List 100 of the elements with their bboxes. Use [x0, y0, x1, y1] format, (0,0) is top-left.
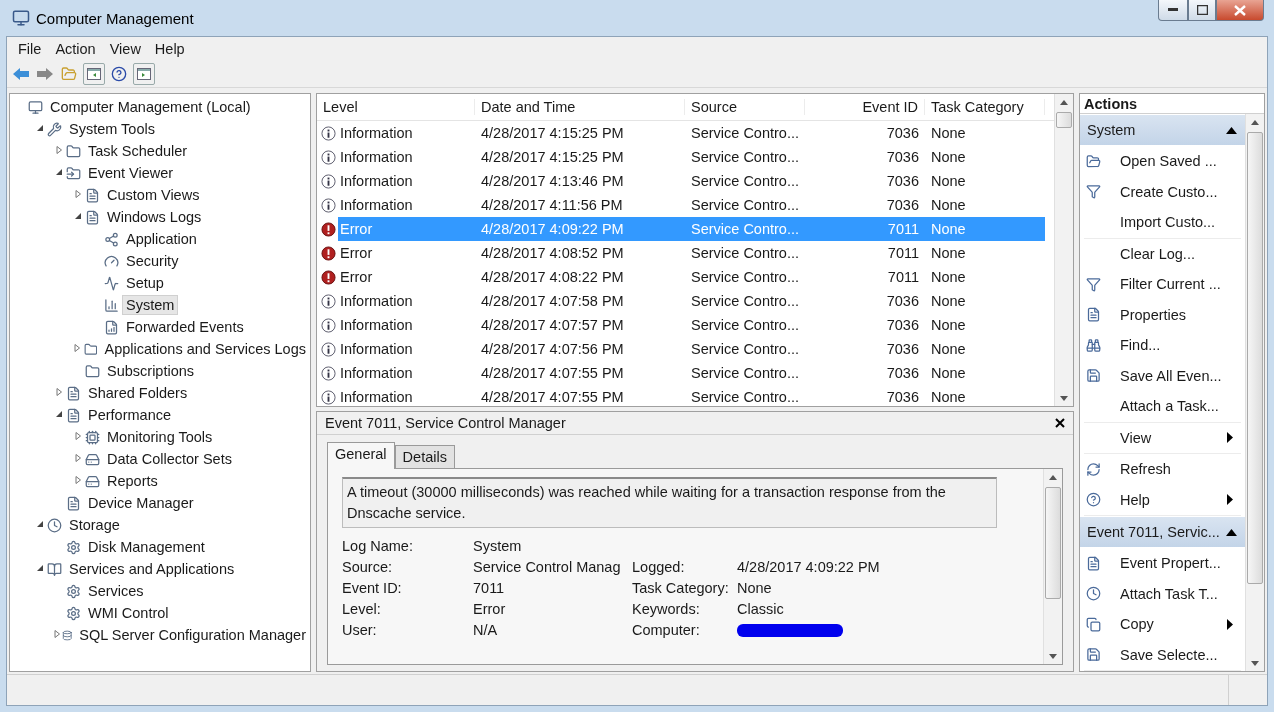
menu-item[interactable]: Action [48, 41, 103, 57]
section-header[interactable]: System [1080, 115, 1245, 145]
tree-item[interactable]: Services and Applications [65, 559, 239, 579]
field-label: Computer: [632, 621, 701, 640]
tree-item[interactable]: System [122, 295, 179, 315]
command-link[interactable]: Save Selecte... [1084, 639, 1241, 670]
tree-item[interactable]: SQL Server Configuration Manager [75, 625, 310, 645]
scrollbar[interactable] [1245, 114, 1264, 671]
tree-item[interactable]: Subscriptions [103, 361, 199, 381]
tree-item[interactable]: Event Viewer [84, 163, 178, 183]
minimize-button[interactable] [1158, 0, 1188, 21]
close-icon [1234, 4, 1246, 16]
show-hide-tree-button[interactable] [83, 63, 105, 85]
tree-item[interactable]: Monitoring Tools [103, 427, 217, 447]
expanded-arrow-icon[interactable] [36, 124, 44, 134]
tree-item[interactable]: Windows Logs [103, 207, 206, 227]
menu-item[interactable]: View [102, 41, 148, 57]
close-icon[interactable] [1055, 418, 1065, 428]
command-link[interactable]: Find... [1084, 330, 1241, 361]
command-link[interactable]: Open Saved ... [1084, 146, 1241, 177]
tree-node-icon [85, 429, 100, 445]
command-link[interactable]: Attach a Task... [1084, 391, 1241, 422]
expanded-arrow-icon[interactable] [36, 564, 44, 574]
collapse-arrow-icon[interactable] [1226, 528, 1237, 536]
collapsed-arrow-icon[interactable] [55, 146, 63, 156]
collapsed-arrow-icon[interactable] [74, 190, 82, 200]
tree-item[interactable]: Security [122, 251, 183, 271]
menu-item[interactable]: File [11, 41, 49, 57]
tree-item[interactable]: Applications and Services Logs [100, 339, 310, 359]
tab[interactable]: Details [394, 445, 455, 469]
tree-item[interactable]: Task Scheduler [84, 141, 192, 161]
command-link[interactable]: Refresh [1084, 454, 1241, 485]
scroll-down-arrow-icon[interactable] [1060, 395, 1068, 401]
tree-item[interactable]: Custom Views [103, 185, 204, 205]
scroll-up-arrow-icon[interactable] [1049, 474, 1057, 480]
column-header[interactable]: Event ID [805, 99, 925, 115]
column-header[interactable]: Source [685, 99, 805, 115]
field-label: Log Name: [342, 537, 414, 556]
expanded-arrow-icon[interactable] [74, 212, 82, 222]
command-link[interactable]: Copy [1084, 609, 1241, 640]
collapsed-arrow-icon[interactable] [55, 388, 63, 398]
tree-item[interactable]: Services [84, 581, 148, 601]
tree-item[interactable]: WMI Control [84, 603, 173, 623]
close-button[interactable] [1216, 0, 1264, 21]
tree-item[interactable]: Computer Management (Local) [46, 97, 255, 117]
command-link[interactable]: Save All Even... [1084, 360, 1241, 391]
tree-item[interactable]: Reports [103, 471, 162, 491]
scroll-down-arrow-icon[interactable] [1049, 653, 1057, 659]
collapsed-arrow-icon[interactable] [74, 454, 82, 464]
scroll-thumb[interactable] [1056, 112, 1072, 128]
info-icon [321, 125, 336, 141]
scroll-thumb[interactable] [1247, 132, 1263, 584]
tree-item[interactable]: Forwarded Events [122, 317, 248, 337]
tree-item[interactable]: Setup [122, 273, 168, 293]
tree-item[interactable]: Application [122, 229, 201, 249]
scrollbar[interactable] [1054, 94, 1073, 406]
field-label: Level: [342, 600, 382, 619]
tree-item[interactable]: System Tools [65, 119, 159, 139]
tree-item[interactable]: Disk Management [84, 537, 209, 557]
section-header[interactable]: Event 7011, Servic... [1080, 517, 1245, 547]
field-value: Error [473, 600, 507, 619]
column-header[interactable]: Date and Time [475, 99, 685, 115]
tree-item[interactable]: Storage [65, 515, 124, 535]
tree-item[interactable]: Data Collector Sets [103, 449, 236, 469]
scroll-up-arrow-icon[interactable] [1251, 119, 1259, 125]
scrollbar[interactable] [1043, 469, 1062, 664]
scroll-up-arrow-icon[interactable] [1060, 99, 1068, 105]
help-button[interactable] [109, 64, 129, 84]
expanded-arrow-icon[interactable] [55, 410, 63, 420]
collapsed-arrow-icon[interactable] [74, 432, 82, 442]
command-link[interactable]: Attach Task T... [1084, 578, 1241, 609]
scroll-down-arrow-icon[interactable] [1251, 660, 1259, 666]
command-link[interactable]: Import Custo... [1084, 207, 1241, 238]
menu-item[interactable]: Help [147, 41, 192, 57]
command-link[interactable]: View [1084, 422, 1241, 453]
command-link[interactable]: Filter Current ... [1084, 269, 1241, 300]
command-link[interactable]: Event Propert... [1084, 548, 1241, 579]
maximize-button[interactable] [1188, 0, 1216, 21]
tab[interactable]: General [327, 442, 395, 469]
collapsed-arrow-icon[interactable] [74, 476, 82, 486]
tree-item[interactable]: Shared Folders [84, 383, 192, 403]
tree-item[interactable]: Performance [84, 405, 175, 425]
command-link[interactable]: Clear Log... [1084, 238, 1241, 269]
table-cell-text: 7036 [885, 148, 920, 167]
command-link[interactable]: Properties [1084, 299, 1241, 330]
collapse-arrow-icon[interactable] [1226, 126, 1237, 134]
column-header[interactable]: Task Category [925, 99, 1045, 115]
minimize-icon [1168, 8, 1178, 12]
command-link[interactable]: Help [1084, 484, 1241, 515]
expanded-arrow-icon[interactable] [55, 168, 63, 178]
table-cell-text: 7036 [885, 364, 920, 383]
table-cell-text: 7036 [885, 388, 920, 407]
tree-item[interactable]: Device Manager [84, 493, 198, 513]
show-hide-action-pane-button[interactable] [133, 63, 155, 85]
collapsed-arrow-icon[interactable] [52, 630, 61, 640]
command-link[interactable]: Create Custo... [1084, 176, 1241, 207]
scroll-thumb[interactable] [1045, 487, 1061, 599]
expanded-arrow-icon[interactable] [36, 520, 44, 530]
column-header[interactable]: Level [317, 99, 475, 115]
collapsed-arrow-icon[interactable] [73, 344, 82, 354]
